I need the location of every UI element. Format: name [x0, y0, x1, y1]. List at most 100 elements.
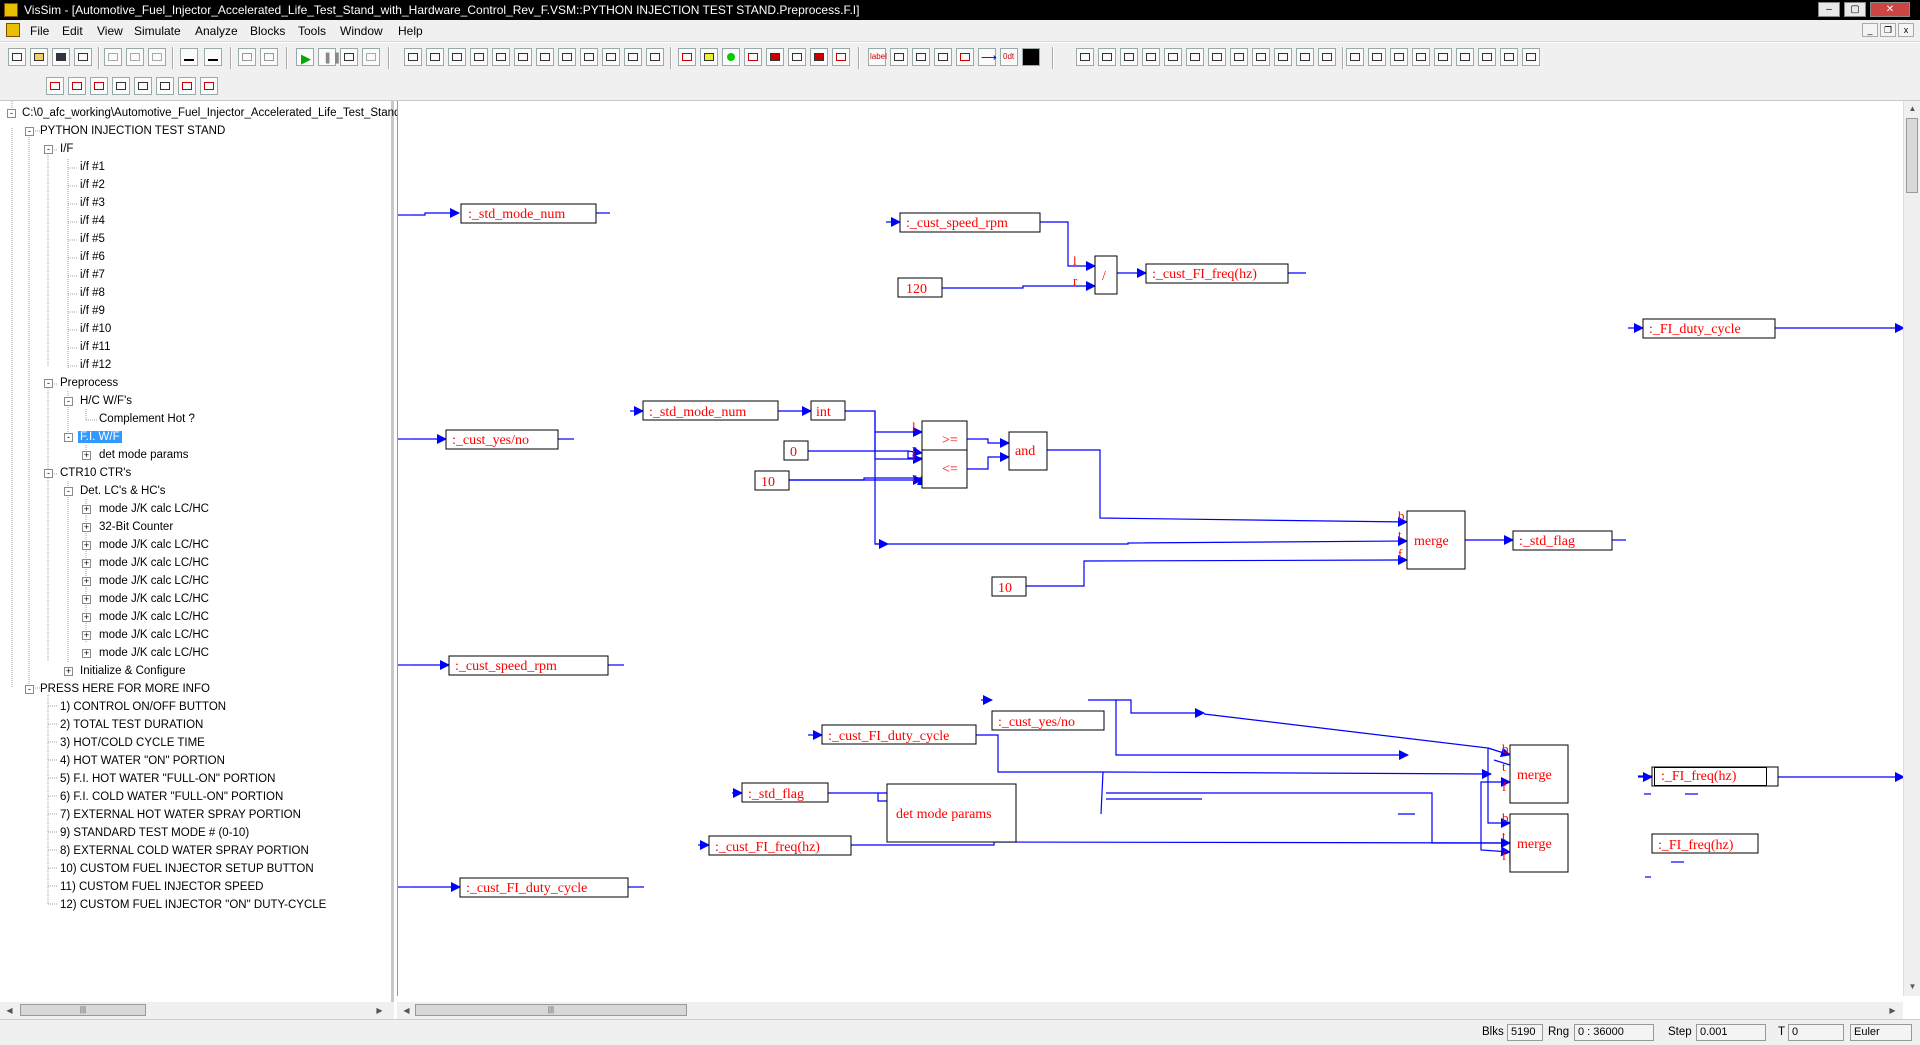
block-diagram[interactable]: :_std_mode_num :_cust_yes/no :_cust_spee… [398, 101, 1905, 996]
vertical-scroll-thumb[interactable] [1906, 118, 1918, 193]
tree-collapse-toggle[interactable]: - [64, 397, 73, 406]
scroll-left-icon[interactable]: ◀ [2, 1003, 17, 1018]
var-block-fi-freq-right[interactable]: :_FI_freq(hz) [1654, 767, 1767, 786]
menu-blocks[interactable]: Blocks [250, 24, 285, 38]
move-down-icon[interactable] [260, 48, 278, 66]
tree-collapse-toggle[interactable]: - [44, 379, 53, 388]
math-tool-11-icon[interactable] [1296, 48, 1314, 66]
tree-node-more-info[interactable]: PRESS HERE FOR MORE INFO [40, 681, 210, 697]
variable-tool-3-icon[interactable] [934, 48, 952, 66]
menu-window[interactable]: Window [340, 24, 383, 38]
block-tool-2-icon[interactable] [426, 48, 444, 66]
block-tool-3-icon[interactable] [448, 48, 466, 66]
tree-expand-toggle[interactable]: + [64, 667, 73, 676]
document-menu-icon[interactable] [6, 23, 20, 37]
tree-collapse-toggle[interactable]: - [44, 469, 53, 478]
block-tool-1-icon[interactable] [404, 48, 422, 66]
menu-file[interactable]: File [30, 24, 49, 38]
print-icon[interactable] [74, 48, 92, 66]
tree-item-if[interactable]: i/f #4 [80, 213, 105, 229]
tree-collapse-toggle[interactable]: - [64, 433, 73, 442]
tree-expand-toggle[interactable]: + [82, 559, 91, 568]
math-tool-6-icon[interactable] [1186, 48, 1204, 66]
canvas-vertical-scrollbar[interactable]: ▲ ▼ [1903, 101, 1920, 996]
tree-collapse-toggle[interactable]: - [7, 109, 16, 118]
close-button[interactable]: ✕ [1870, 2, 1910, 17]
tree-item-ctr[interactable]: mode J/K calc LC/HC [99, 609, 209, 625]
maximize-button[interactable]: ▢ [1844, 2, 1866, 17]
block-tool-10-icon[interactable] [602, 48, 620, 66]
copy-icon[interactable] [126, 48, 144, 66]
paste-icon[interactable] [148, 48, 166, 66]
scroll-right-icon[interactable]: ▶ [372, 1003, 387, 1018]
tree-item-info[interactable]: 1) CONTROL ON/OFF BUTTON [60, 699, 226, 715]
tree-item-info[interactable]: 8) EXTERNAL COLD WATER SPRAY PORTION [60, 843, 309, 859]
stop-icon[interactable] [362, 48, 380, 66]
tree-collapse-toggle[interactable]: - [25, 127, 34, 136]
logic-tool-4-icon[interactable] [1412, 48, 1430, 66]
logic-tool-7-icon[interactable] [1478, 48, 1496, 66]
tree-item-if[interactable]: i/f #11 [80, 339, 110, 355]
doc-close-button[interactable]: x [1898, 23, 1914, 37]
tree-item-if[interactable]: i/f #9 [80, 303, 105, 319]
logic-tool-2-icon[interactable] [1368, 48, 1386, 66]
variable-tool-2-icon[interactable] [912, 48, 930, 66]
pause-icon[interactable]: ❚❚ [318, 48, 341, 66]
variable-tool-1-icon[interactable] [890, 48, 908, 66]
tree-item-info[interactable]: 9) STANDARD TEST MODE # (0-10) [60, 825, 249, 841]
math-tool-7-icon[interactable] [1208, 48, 1226, 66]
tree-node-if[interactable]: I/F [60, 141, 73, 157]
variable-tool-4-icon[interactable] [956, 48, 974, 66]
save-icon[interactable] [52, 48, 70, 66]
tree-collapse-toggle[interactable]: - [25, 685, 34, 694]
minimize-button[interactable]: – [1818, 2, 1840, 17]
tree-item-ctr[interactable]: mode J/K calc LC/HC [99, 627, 209, 643]
tree-item-info[interactable]: 5) F.I. HOT WATER "FULL-ON" PORTION [60, 771, 275, 787]
block-tool-7-icon[interactable] [536, 48, 554, 66]
compound-tool-1-icon[interactable] [46, 77, 64, 95]
tree-horizontal-scrollbar[interactable]: ◀ ||| ▶ [0, 1002, 394, 1019]
zero-dt-button[interactable]: 0dt [1000, 48, 1018, 66]
tree-expand-toggle[interactable]: + [82, 649, 91, 658]
math-tool-5-icon[interactable] [1164, 48, 1182, 66]
menu-analyze[interactable]: Analyze [195, 24, 238, 38]
compound-tool-3-icon[interactable] [90, 77, 108, 95]
tree-item-ctr[interactable]: mode J/K calc LC/HC [99, 537, 209, 553]
tree-node-ctr10[interactable]: CTR10 CTR's [60, 465, 131, 481]
tree-expand-toggle[interactable]: + [82, 613, 91, 622]
compound-tool-2-icon[interactable] [68, 77, 86, 95]
menu-edit[interactable]: Edit [62, 24, 83, 38]
canvas-scroll-thumb[interactable]: ||| [415, 1004, 687, 1016]
display-tool-4-icon[interactable] [744, 48, 762, 66]
math-tool-12-icon[interactable] [1318, 48, 1336, 66]
logic-tool-8-icon[interactable] [1500, 48, 1518, 66]
open-file-icon[interactable] [30, 48, 48, 66]
display-tool-7-icon[interactable] [810, 48, 828, 66]
tree-item-if[interactable]: i/f #2 [80, 177, 105, 193]
tree-item-if[interactable]: i/f #7 [80, 267, 105, 283]
tree-item-info[interactable]: 10) CUSTOM FUEL INJECTOR SETUP BUTTON [60, 861, 314, 877]
display-tool-6-icon[interactable] [788, 48, 806, 66]
tree-expand-toggle[interactable]: + [82, 541, 91, 550]
tree-item-info[interactable]: 4) HOT WATER "ON" PORTION [60, 753, 225, 769]
menu-help[interactable]: Help [398, 24, 423, 38]
tree-expand-toggle[interactable]: + [82, 577, 91, 586]
tree-item-info[interactable]: 3) HOT/COLD CYCLE TIME [60, 735, 205, 751]
display-tool-5-icon[interactable] [766, 48, 784, 66]
cut-icon[interactable] [104, 48, 122, 66]
menu-simulate[interactable]: Simulate [134, 24, 181, 38]
tree-item-info[interactable]: 6) F.I. COLD WATER "FULL-ON" PORTION [60, 789, 283, 805]
tree-expand-toggle[interactable]: + [82, 523, 91, 532]
logic-tool-1-icon[interactable] [1346, 48, 1364, 66]
display-tool-2-icon[interactable] [700, 48, 718, 66]
block-tool-5-icon[interactable] [492, 48, 510, 66]
math-tool-3-icon[interactable] [1120, 48, 1138, 66]
display-tool-8-icon[interactable] [832, 48, 850, 66]
run-simulation-icon[interactable]: ▶ [296, 48, 314, 66]
tree-item-ctr[interactable]: mode J/K calc LC/HC [99, 645, 209, 661]
move-up-icon[interactable] [238, 48, 256, 66]
tree-expand-toggle[interactable]: + [82, 451, 91, 460]
scroll-down-icon[interactable]: ▼ [1905, 979, 1920, 994]
block-tool-12-icon[interactable] [646, 48, 664, 66]
block-tool-6-icon[interactable] [514, 48, 532, 66]
